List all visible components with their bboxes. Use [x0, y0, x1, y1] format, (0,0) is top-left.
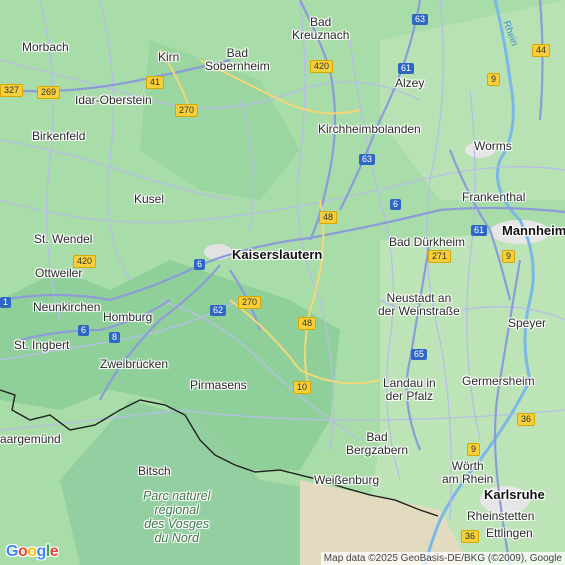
place-speyer[interactable]: Speyer — [508, 317, 546, 330]
place-frankenthal[interactable]: Frankenthal — [462, 191, 525, 204]
road-shield: 36 — [461, 530, 480, 543]
road-shield: 9 — [502, 250, 516, 263]
place-homburg[interactable]: Homburg — [103, 311, 152, 324]
road-shield: 1 — [0, 297, 12, 308]
map-attribution[interactable]: Map data ©2025 GeoBasis-DE/BKG (©2009), … — [320, 552, 565, 565]
road-shield: 63 — [412, 14, 429, 25]
road-shield: 61 — [471, 225, 488, 236]
place-st-wendel[interactable]: St. Wendel — [34, 233, 92, 246]
place-karlsruhe[interactable]: Karlsruhe — [484, 488, 545, 501]
road-shield: 44 — [532, 44, 551, 57]
place-st-ingbert[interactable]: St. Ingbert — [14, 339, 69, 352]
road-shield: 6 — [194, 259, 206, 270]
road-shield: 41 — [146, 76, 165, 89]
park-vosges-du-nord[interactable]: Parc naturel régional des Vosges du Nord — [143, 489, 210, 545]
place-alzey[interactable]: Alzey — [395, 77, 424, 90]
road-shield: 269 — [37, 86, 61, 99]
map-canvas[interactable]: Bad Kreuznach Morbach Kirn Bad Sobernheim … — [0, 0, 565, 565]
place-kirn[interactable]: Kirn — [158, 51, 179, 64]
place-landau[interactable]: Landau in der Pfalz — [383, 377, 436, 403]
place-saargemund[interactable]: aargemünd — [0, 433, 61, 446]
road-shield: 9 — [467, 443, 481, 456]
place-morbach[interactable]: Morbach — [22, 41, 69, 54]
road-shield: 8 — [109, 332, 121, 343]
road-shield: 9 — [487, 73, 501, 86]
place-worms[interactable]: Worms — [474, 140, 512, 153]
place-worth[interactable]: Wörth am Rhein — [442, 460, 493, 486]
road-shield: 61 — [398, 63, 415, 74]
road-shield: 6 — [390, 199, 402, 210]
place-bad-bergzabern[interactable]: Bad Bergzabern — [346, 431, 408, 457]
place-rheinstetten[interactable]: Rheinstetten — [467, 510, 534, 523]
road-shield: 36 — [517, 413, 536, 426]
road-shield: 6 — [78, 325, 90, 336]
place-ettlingen[interactable]: Ettlingen — [486, 527, 533, 540]
road-shield: 420 — [73, 255, 97, 268]
road-shield: 270 — [175, 104, 199, 117]
road-shield: 48 — [298, 317, 317, 330]
place-pirmasens[interactable]: Pirmasens — [190, 379, 247, 392]
road-shield: 270 — [238, 296, 262, 309]
place-bitsch[interactable]: Bitsch — [138, 465, 171, 478]
place-germersheim[interactable]: Germersheim — [462, 375, 535, 388]
place-birkenfeld[interactable]: Birkenfeld — [32, 130, 85, 143]
road-shield: 420 — [310, 60, 334, 73]
road-shield: 62 — [210, 305, 227, 316]
place-kirchheimbolanden[interactable]: Kirchheimbolanden — [318, 123, 421, 136]
place-neunkirchen[interactable]: Neunkirchen — [33, 301, 100, 314]
place-bad-kreuznach[interactable]: Bad Kreuznach — [292, 16, 349, 42]
road-shield: 271 — [428, 250, 452, 263]
place-kusel[interactable]: Kusel — [134, 193, 164, 206]
place-kaiserslautern[interactable]: Kaiserslautern — [232, 248, 322, 261]
place-neustadt[interactable]: Neustadt an der Weinstraße — [378, 292, 460, 318]
place-bad-durkheim[interactable]: Bad Dürkheim — [389, 236, 465, 249]
google-logo[interactable]: Google — [6, 543, 59, 561]
road-shield: 63 — [359, 154, 376, 165]
road-shield: 48 — [319, 211, 338, 224]
place-idar-oberstein[interactable]: Idar-Oberstein — [75, 94, 152, 107]
road-shield: 10 — [293, 381, 312, 394]
road-shield: 65 — [411, 349, 428, 360]
place-zweibrucken[interactable]: Zweibrücken — [100, 358, 168, 371]
place-ottweiler[interactable]: Ottweiler — [35, 267, 82, 280]
place-weissenburg[interactable]: Weißenburg — [314, 474, 379, 487]
place-mannheim[interactable]: Mannheim — [502, 224, 565, 237]
road-shield: 327 — [0, 84, 24, 97]
place-bad-sobernheim[interactable]: Bad Sobernheim — [205, 47, 270, 73]
